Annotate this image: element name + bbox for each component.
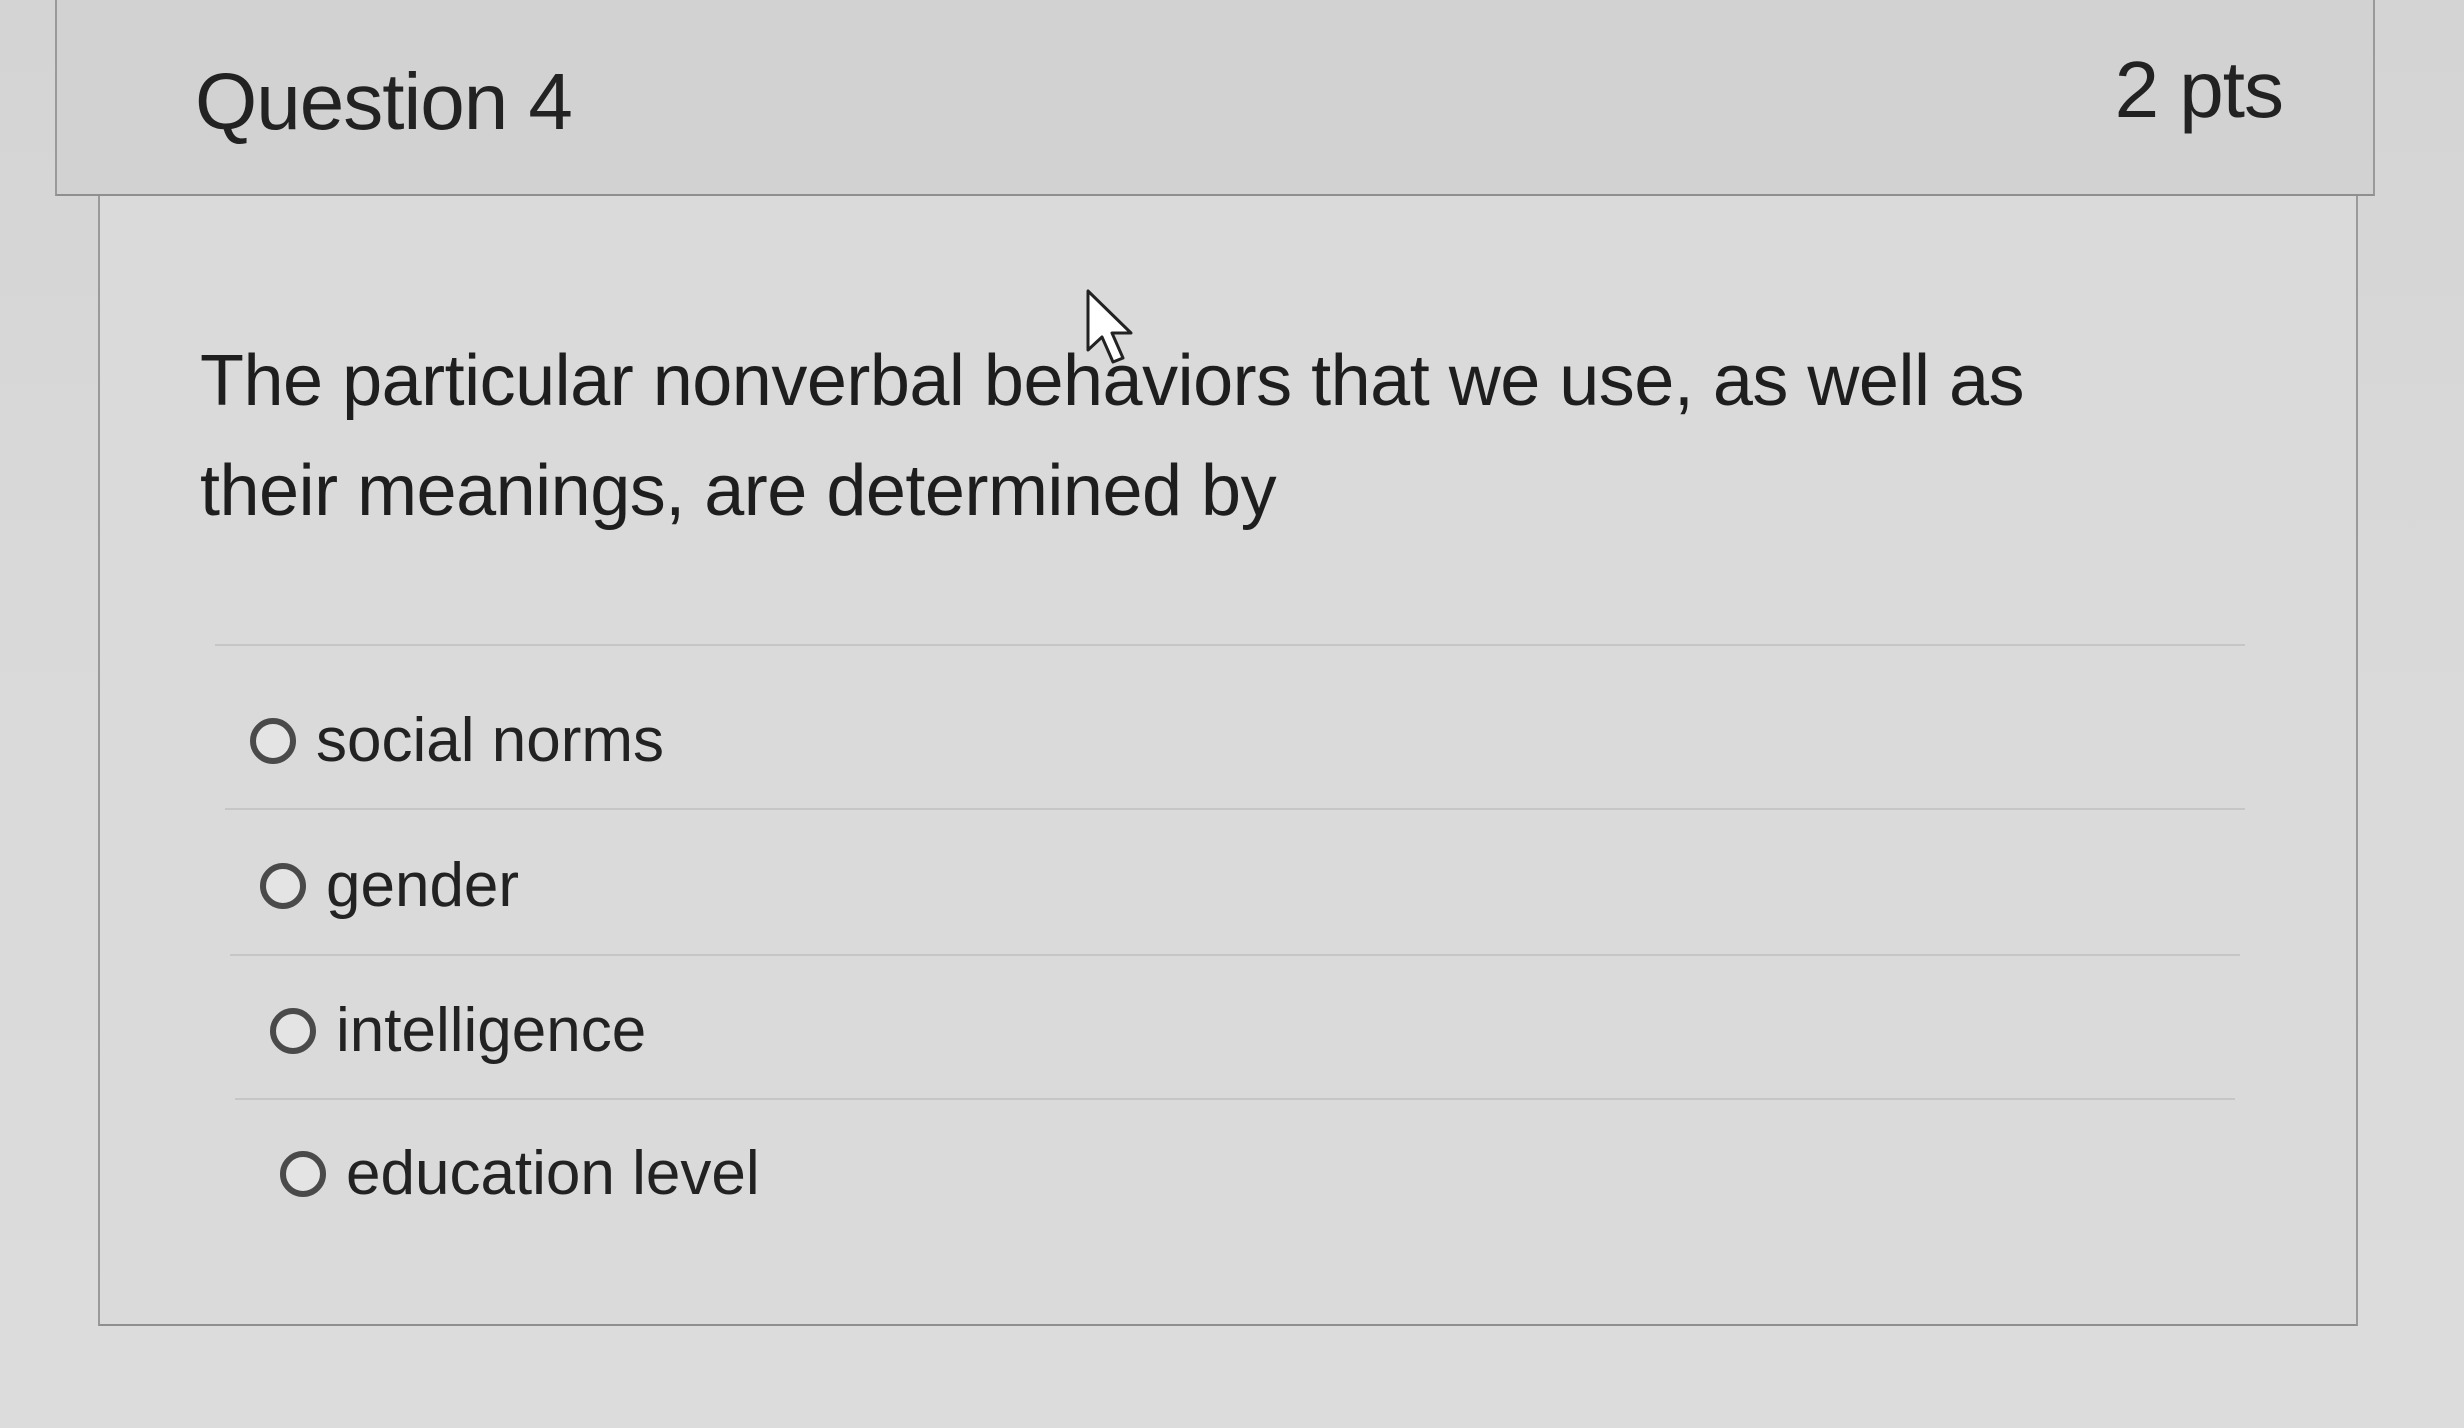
answer-divider (235, 1098, 2235, 1100)
answer-option-education-level[interactable]: education level (280, 1134, 760, 1214)
answers-top-divider (215, 644, 2245, 646)
question-points: 2 pts (2114, 45, 2284, 134)
answer-label: gender (326, 851, 520, 920)
answer-option-gender[interactable]: gender (260, 846, 519, 926)
answer-label: social norms (316, 706, 664, 775)
answer-label: intelligence (336, 996, 647, 1065)
answer-option-intelligence[interactable]: intelligence (270, 991, 646, 1071)
answer-label: education level (346, 1139, 760, 1208)
answer-option-social-norms[interactable]: social norms (250, 701, 664, 781)
radio-button-icon[interactable] (270, 1008, 316, 1054)
radio-button-icon[interactable] (250, 718, 296, 764)
question-header: Question 4 2 pts (55, 0, 2375, 196)
radio-button-icon[interactable] (260, 863, 306, 909)
question-body: The particular nonverbal behaviors that … (98, 196, 2358, 1326)
mouse-pointer-icon (1086, 289, 1133, 364)
question-card: Question 4 2 pts The particular nonverba… (40, 0, 2375, 1326)
answer-divider (230, 954, 2240, 956)
radio-button-icon[interactable] (280, 1151, 326, 1197)
question-text: The particular nonverbal behaviors that … (200, 341, 2024, 531)
answer-divider (225, 808, 2245, 810)
question-title: Question 4 (195, 57, 573, 146)
